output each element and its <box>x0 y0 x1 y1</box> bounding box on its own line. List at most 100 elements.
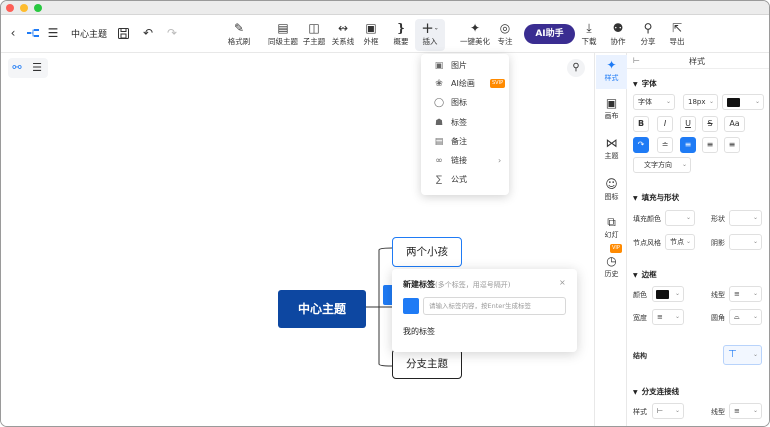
insert-link-item[interactable]: ∞ 链接 › <box>421 152 509 170</box>
text-wrap-icon: ↷ <box>637 140 645 149</box>
format-painter-button[interactable]: ✎ 格式刷 <box>222 19 256 51</box>
sidebar-item-history[interactable]: ◷ 历史 <box>596 251 627 285</box>
root-topic[interactable]: 中心主题 <box>278 290 366 328</box>
border-width-label: 宽度 <box>633 314 647 322</box>
insert-icon-item[interactable]: ◯ 图标 <box>421 94 509 112</box>
insert-tag-item[interactable]: ☗ 标签 <box>421 114 509 132</box>
shadow-select[interactable]: ⌄ <box>729 234 762 250</box>
border-color-select[interactable]: ⌄ <box>652 286 684 302</box>
branch-style-icon: ⊢ <box>657 407 664 415</box>
beautify-wand-icon: ✦ <box>469 21 481 35</box>
bold-button[interactable]: B <box>633 116 649 132</box>
align-center-button[interactable]: ≡ <box>702 137 718 153</box>
align-left-button[interactable]: ≡ <box>680 137 696 153</box>
branch-style-select[interactable]: ⊢ ⌄ <box>652 403 684 419</box>
style-icon: ✦ <box>606 58 617 72</box>
font-size-select[interactable]: 18px ⌄ <box>683 94 718 110</box>
outline-view-icon[interactable]: ☰ <box>30 61 44 75</box>
fill-section-header[interactable]: ▼ 填充与形状 <box>633 192 679 203</box>
sibling-topic-button[interactable]: ▤ 同级主题 <box>266 19 300 51</box>
chevron-down-icon: ⌄ <box>685 238 691 245</box>
sidebar-item-canvas[interactable]: ▣ 画布 <box>596 93 627 127</box>
sidebar-item-slides[interactable]: ⧉ 幻灯 <box>596 212 627 246</box>
download-icon: ⤓ <box>586 21 592 35</box>
sidebar-item-style[interactable]: ✦ 样式 <box>596 55 627 89</box>
underline-button[interactable]: U <box>680 116 696 132</box>
search-icon[interactable]: ⚲ <box>567 59 585 77</box>
border-section-header[interactable]: ▼ 边框 <box>633 269 657 280</box>
my-tags-label: 我的标签 <box>403 327 435 336</box>
format-painter-icon: ✎ <box>233 21 245 35</box>
chevron-down-icon: ⌄ <box>674 290 680 297</box>
share-button[interactable]: ⚲ 分享 <box>634 19 662 51</box>
canvas-icon: ▣ <box>605 96 618 110</box>
branch-style-label: 样式 <box>633 408 647 416</box>
focus-button[interactable]: ◎ 专注 <box>493 19 517 51</box>
download-button[interactable]: ⤓ 下载 <box>576 19 602 51</box>
redo-icon[interactable]: ↷ <box>164 25 180 41</box>
insert-note-item[interactable]: ▤ 备注 <box>421 133 509 151</box>
chevron-down-icon: ⌄ <box>665 98 671 105</box>
corner-select[interactable]: ⌓ ⌄ <box>729 309 762 325</box>
popup-title: 新建标签 <box>403 280 435 289</box>
italic-button[interactable]: I <box>657 116 673 132</box>
structure-select[interactable]: ⊤ ⌄ <box>723 345 762 365</box>
node-style-label: 节点风格 <box>633 239 661 247</box>
back-icon[interactable]: ‹ <box>5 25 21 41</box>
beautify-button[interactable]: ✦ 一键美化 <box>457 19 493 51</box>
text-case-button[interactable]: Aa <box>724 116 745 132</box>
mindmap-view-icon[interactable]: ⚯ <box>10 61 24 75</box>
sidebar-item-theme[interactable]: ⋈ 主题 <box>596 133 627 167</box>
collapse-panel-icon[interactable]: ⊢ <box>633 56 640 65</box>
corner-label: 圆角 <box>711 314 725 322</box>
fill-color-select[interactable]: ⌄ <box>665 210 695 226</box>
branch-section-header[interactable]: ▼ 分支连接线 <box>633 386 679 397</box>
insert-ai-drawing-item[interactable]: ❀ AI绘画 SVIP <box>421 75 509 93</box>
align-right-button[interactable]: ≡ <box>724 137 740 153</box>
insert-image-item[interactable]: ▣ 图片 <box>421 57 509 75</box>
sibling-topic-icon: ▤ <box>277 21 289 35</box>
document-title[interactable]: 中心主题 <box>71 27 107 40</box>
border-width-select[interactable]: ≡ ⌄ <box>652 309 684 325</box>
undo-icon[interactable]: ↶ <box>140 25 156 41</box>
maximize-window-button[interactable] <box>34 4 42 12</box>
strikethrough-button[interactable]: S <box>702 116 718 132</box>
line-type-icon: ≡ <box>734 290 740 298</box>
new-tag-popup: 新建标签(多个标签，用逗号隔开) × 请输入标签内容，按Enter生成标签 我的… <box>392 269 577 352</box>
summary-button[interactable]: ❵ 概要 <box>384 19 418 51</box>
corner-icon: ⌓ <box>734 313 740 321</box>
save-icon[interactable] <box>115 25 131 41</box>
branch-topic-1[interactable]: 两个小孩 <box>392 237 462 267</box>
export-button[interactable]: ⇱ 导出 <box>663 19 691 51</box>
sidebar-item-icon[interactable]: ☺ 图标 <box>596 174 627 208</box>
tag-color-swatch[interactable] <box>403 298 419 314</box>
chevron-down-icon: ⌄ <box>752 407 758 414</box>
font-color-swatch <box>727 98 740 107</box>
font-color-select[interactable]: ⌄ <box>722 94 764 110</box>
font-family-select[interactable]: 字体 ⌄ <box>633 94 675 110</box>
font-section-header[interactable]: ▼ 字体 <box>633 78 657 89</box>
close-icon[interactable]: × <box>559 278 566 287</box>
collaborate-button[interactable]: ⚉ 协作 <box>604 19 632 51</box>
insert-formula-item[interactable]: ∑ 公式 <box>421 171 509 189</box>
tag-input[interactable]: 请输入标签内容，按Enter生成标签 <box>423 297 566 315</box>
insert-plus-icon: +⌄ <box>421 19 439 37</box>
highlight-icon: ≐ <box>661 140 669 149</box>
border-line-type-label: 线型 <box>711 291 725 299</box>
branch-topic-2[interactable]: 分支主题 <box>392 349 462 379</box>
text-wrap-button[interactable]: ↷ <box>633 137 649 153</box>
structure-label: 结构 <box>633 352 647 360</box>
text-direction-select[interactable]: 文字方向 ⌄ <box>633 157 691 173</box>
ai-assistant-button[interactable]: AI助手 <box>524 24 575 44</box>
border-line-type-select[interactable]: ≡ ⌄ <box>729 286 762 302</box>
chevron-down-icon: ⌄ <box>674 313 680 320</box>
boundary-button[interactable]: ▣ 外框 <box>354 19 388 51</box>
branch-line-type-select[interactable]: ≡ ⌄ <box>729 403 762 419</box>
menu-icon[interactable]: ☰ <box>45 25 61 41</box>
shape-select[interactable]: ⌄ <box>729 210 762 226</box>
text-highlight-button[interactable]: ≐ <box>657 137 673 153</box>
node-style-select[interactable]: 节点 ⌄ <box>665 234 695 250</box>
minimize-window-button[interactable] <box>20 4 28 12</box>
close-window-button[interactable] <box>6 4 14 12</box>
insert-button[interactable]: +⌄ 插入 <box>415 19 445 51</box>
